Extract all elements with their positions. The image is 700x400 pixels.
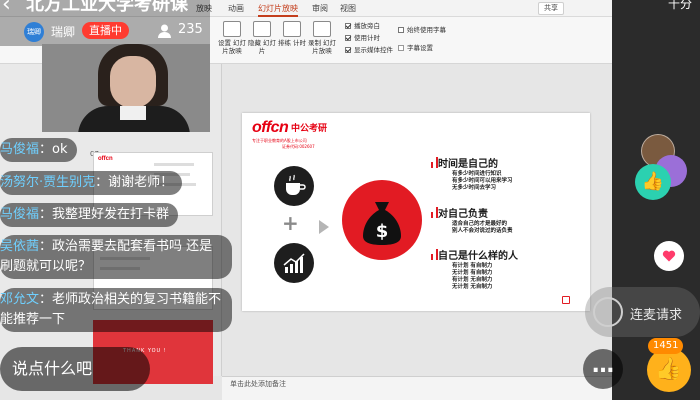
teacher-camera-feed xyxy=(42,44,210,132)
accent-bar xyxy=(431,254,433,260)
subtitle-settings-label: 字幕设置 xyxy=(407,44,433,52)
accent-bar xyxy=(431,212,433,218)
tab-slide-show[interactable]: 幻灯片放映 xyxy=(258,3,298,17)
current-slide[interactable]: offcn 中公考研 专注于职业教育的A股上市公司 证券代码:002607 + … xyxy=(242,113,590,311)
section-line: 无多少时间去学习 xyxy=(452,185,497,191)
tab-animations[interactable]: 动画 xyxy=(228,3,244,14)
chat-username[interactable]: 吴依茜 xyxy=(0,239,39,254)
chat-message: 马俊福：我整理好发在打卡群 xyxy=(0,203,179,227)
section-title: 对自己负责 xyxy=(438,209,488,220)
viewer-icon xyxy=(158,24,171,38)
section-line: 有计划 有自制力 xyxy=(452,263,493,269)
hide-slide-icon xyxy=(253,21,271,37)
top-right-label: 十分 xyxy=(668,0,693,11)
tab-review[interactable]: 审阅 xyxy=(312,3,328,14)
section-line: 有计划 无自制力 xyxy=(452,277,493,283)
more-options-button[interactable]: … xyxy=(583,349,623,389)
use-timings-label: 使用计时 xyxy=(354,34,380,42)
share-button[interactable]: 共享 xyxy=(538,2,564,15)
section-line: 有多少时间进行知识 xyxy=(452,171,502,177)
show-media-controls-label: 显示媒体控件 xyxy=(354,46,393,54)
subtitle-settings-button[interactable]: 字幕设置 xyxy=(398,44,433,53)
play-narrations-label: 播放旁白 xyxy=(354,22,380,30)
accent-bar xyxy=(431,162,433,168)
share-label: 共享 xyxy=(544,4,558,12)
section-line: 无计划 有自制力 xyxy=(452,270,493,276)
svg-text:$: $ xyxy=(376,221,389,242)
section-title: 时间是自己的 xyxy=(438,159,498,170)
viewer-count: 235 xyxy=(178,22,203,37)
coffee-icon xyxy=(274,166,314,206)
offcn-logo: offcn xyxy=(252,119,289,136)
record-slideshow-button[interactable]: 录制 幻灯片放映 xyxy=(306,21,338,55)
setup-slideshow-label: 设置 幻灯片放映 xyxy=(217,39,247,55)
chat-text: 谢谢老师！ xyxy=(108,175,174,190)
chat-username[interactable]: 马俊福 xyxy=(0,207,39,222)
thumbnail-line xyxy=(154,163,194,166)
section-line: 无计划 无自制力 xyxy=(452,284,493,290)
logo-stock-code: 证券代码:002607 xyxy=(282,144,315,149)
heart-button[interactable] xyxy=(654,241,684,271)
live-status-badge: 直播中 xyxy=(82,22,129,39)
section-title: 自己是什么样的人 xyxy=(438,251,518,262)
host-avatar[interactable]: 瑞卿 xyxy=(24,22,44,42)
play-narrations-checkbox[interactable]: 播放旁白 xyxy=(345,22,380,31)
thumbnail-logo: offcn xyxy=(98,156,113,162)
plus-icon: + xyxy=(282,211,299,235)
money-bag-icon: $ xyxy=(342,180,422,260)
section-line: 别人不会对说过的话负责 xyxy=(452,228,513,234)
checkbox-checked-icon xyxy=(345,23,351,29)
link-mic-icon xyxy=(593,297,623,327)
hide-slide-button[interactable]: 隐藏 幻灯片 xyxy=(246,21,278,55)
chat-username[interactable]: 马俊福 xyxy=(0,142,39,157)
comment-placeholder: 说点什么吧 xyxy=(12,359,93,378)
chat-text: ok xyxy=(52,142,68,157)
chat-username[interactable]: 邓允文 xyxy=(0,292,39,307)
chat-username[interactable]: 汤努尔·贾生别克 xyxy=(0,175,95,190)
section-line: 有多少时间可以用来学习 xyxy=(452,178,513,184)
co-host-request-label: 连麦请求 xyxy=(630,308,683,323)
setup-slideshow-button[interactable]: 设置 幻灯片放映 xyxy=(216,21,248,55)
slide-corner-icon xyxy=(562,296,570,304)
checkbox-checked-icon xyxy=(345,47,351,53)
comment-input[interactable]: 说点什么吧 xyxy=(0,347,150,391)
teacher-collar xyxy=(120,106,146,120)
rehearse-timings-icon xyxy=(283,21,301,37)
always-use-subtitles-label: 始终使用字幕 xyxy=(407,26,446,34)
chat-message: 马俊福：ok xyxy=(0,138,77,162)
hide-slide-label: 隐藏 幻灯片 xyxy=(247,39,277,55)
tab-view[interactable]: 视图 xyxy=(340,3,356,14)
arrow-right-icon xyxy=(319,220,329,234)
use-timings-checkbox[interactable]: 使用计时 xyxy=(345,34,380,43)
section-line: 适合自己的才是最好的 xyxy=(452,221,508,227)
teacher-face xyxy=(110,56,156,108)
like-button[interactable]: 👍 xyxy=(647,348,691,392)
record-slideshow-label: 录制 幻灯片放映 xyxy=(307,39,337,55)
back-arrow-icon[interactable]: ‹ xyxy=(2,0,11,16)
thumbs-up-icon: 👍 xyxy=(635,164,671,200)
chat-text: 我整理好发在打卡群 xyxy=(52,207,170,222)
like-count-badge: 1451 xyxy=(648,338,684,354)
checkbox-checked-icon xyxy=(345,35,351,41)
host-name: 瑞卿 xyxy=(51,25,76,39)
heart-icon xyxy=(662,250,676,262)
record-slideshow-icon xyxy=(313,21,331,37)
chat-message: 吴依茜：政治需要去配套看书吗 还是刷题就可以呢？ xyxy=(0,235,232,279)
checkbox-empty-icon xyxy=(398,27,404,33)
show-media-controls-checkbox[interactable]: 显示媒体控件 xyxy=(345,46,393,55)
subtitle-settings-icon xyxy=(398,45,404,51)
always-use-subtitles-checkbox[interactable]: 始终使用字幕 xyxy=(398,26,446,35)
notes-pane[interactable]: 单击此处添加备注 xyxy=(222,376,612,400)
live-room-title: 北方工业大学考研课 xyxy=(26,0,188,15)
setup-slideshow-icon xyxy=(223,21,241,37)
rehearse-timings-button[interactable]: 排练 计时 xyxy=(276,21,308,47)
chat-message: 汤努尔·贾生别克：谢谢老师！ xyxy=(0,171,183,195)
offcn-logo-cn: 中公考研 xyxy=(291,124,328,134)
chat-message: 邓允文：老师政治相关的复习书籍能不能推荐一下 xyxy=(0,288,232,332)
growth-chart-icon xyxy=(274,243,314,283)
rehearse-timings-label: 排练 计时 xyxy=(277,39,307,47)
notes-placeholder: 单击此处添加备注 xyxy=(230,380,286,388)
